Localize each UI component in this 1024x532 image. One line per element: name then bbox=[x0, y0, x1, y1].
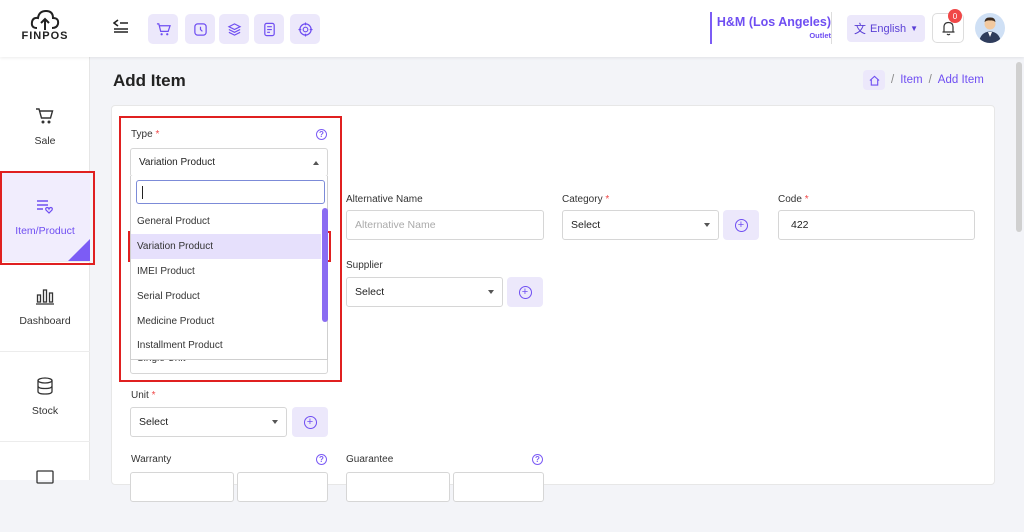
type-label: Type * bbox=[131, 129, 160, 140]
quick-layers-button[interactable] bbox=[219, 14, 249, 44]
sidebar-item-sale[interactable]: Sale bbox=[0, 82, 90, 172]
add-unit-button[interactable]: + bbox=[292, 407, 328, 437]
cloud-logo-icon bbox=[30, 9, 60, 30]
supplier-select[interactable]: Select bbox=[346, 277, 503, 307]
alternative-name-label: Alternative Name bbox=[346, 194, 423, 205]
register-icon bbox=[36, 470, 54, 484]
warranty-label: Warranty bbox=[131, 454, 172, 465]
dropdown-scrollbar[interactable] bbox=[322, 208, 328, 322]
type-dropdown: General Product Variation Product IMEI P… bbox=[130, 176, 328, 360]
chevron-down-icon: ▼ bbox=[910, 24, 918, 33]
list-heart-icon bbox=[37, 200, 53, 214]
logo-text: FINPOS bbox=[21, 30, 69, 42]
database-icon bbox=[37, 377, 53, 395]
sidebar-item-more[interactable] bbox=[0, 442, 90, 532]
sidebar: Sale Item/Product Dashboard Stock bbox=[0, 57, 90, 484]
guarantee-label: Guarantee bbox=[346, 454, 394, 465]
cart-icon bbox=[156, 22, 171, 35]
sidebar-item-dashboard[interactable]: Dashboard bbox=[0, 262, 90, 352]
dropdown-option-selected[interactable]: Variation Product bbox=[131, 234, 321, 259]
guarantee-input[interactable] bbox=[346, 472, 450, 502]
sidebar-item-label: Stock bbox=[31, 405, 59, 417]
category-label: Category * bbox=[562, 194, 610, 205]
plus-circle-icon: + bbox=[518, 285, 532, 299]
target-icon bbox=[297, 21, 313, 37]
top-bar: FINPOS H&M (Los Angeles) Outlet 文 Englis… bbox=[0, 0, 1024, 57]
dropdown-option[interactable]: General Product bbox=[131, 209, 321, 234]
outlet-selector[interactable]: H&M (Los Angeles) Outlet bbox=[710, 12, 832, 44]
help-icon[interactable]: ? bbox=[316, 129, 327, 140]
supplier-label: Supplier bbox=[346, 260, 383, 271]
guarantee-period-select[interactable] bbox=[453, 472, 544, 502]
outlet-name: H&M (Los Angeles) bbox=[716, 15, 831, 29]
document-icon bbox=[263, 22, 275, 36]
layers-icon bbox=[227, 22, 241, 36]
alternative-name-input[interactable]: Alternative Name bbox=[346, 210, 544, 240]
plus-circle-icon: + bbox=[303, 415, 317, 429]
page-scrollbar[interactable] bbox=[1016, 62, 1022, 232]
cart-icon bbox=[36, 108, 54, 124]
bar-chart-icon bbox=[36, 289, 54, 305]
quick-clock-button[interactable] bbox=[185, 14, 215, 44]
sidebar-item-item-product[interactable]: Item/Product bbox=[0, 172, 90, 262]
active-corner-marker bbox=[68, 239, 90, 261]
supplier-select-value: Select bbox=[355, 286, 385, 298]
translate-icon: 文 bbox=[853, 22, 866, 36]
type-select-value: Variation Product bbox=[139, 157, 215, 168]
warranty-input[interactable] bbox=[130, 472, 234, 502]
dropdown-option[interactable]: Medicine Product bbox=[131, 309, 321, 334]
sidebar-item-label: Dashboard bbox=[19, 315, 71, 327]
user-avatar[interactable] bbox=[975, 13, 1005, 43]
quick-cart-button[interactable] bbox=[148, 14, 178, 44]
outlet-type: Outlet bbox=[809, 31, 831, 40]
chevron-down-icon bbox=[272, 420, 278, 424]
sidebar-item-label: Sale bbox=[34, 135, 56, 147]
breadcrumb-current: Add Item bbox=[937, 74, 984, 86]
category-select[interactable]: Select bbox=[562, 210, 719, 240]
category-select-value: Select bbox=[571, 219, 601, 231]
quick-target-button[interactable] bbox=[290, 14, 320, 44]
code-input[interactable]: 422 bbox=[778, 210, 975, 240]
sidebar-item-label: Item/Product bbox=[15, 225, 75, 237]
plus-circle-icon: + bbox=[734, 218, 748, 232]
add-category-button[interactable]: + bbox=[723, 210, 759, 240]
unit-label: Unit * bbox=[131, 390, 156, 401]
help-icon[interactable]: ? bbox=[316, 454, 327, 465]
breadcrumb-separator: / bbox=[891, 74, 895, 86]
breadcrumb-item[interactable]: Item bbox=[900, 74, 922, 86]
unit-select[interactable]: Select bbox=[130, 407, 287, 437]
chevron-down-icon bbox=[488, 290, 494, 294]
help-icon[interactable]: ? bbox=[532, 454, 543, 465]
dropdown-search-input[interactable] bbox=[136, 180, 325, 204]
chevron-up-icon bbox=[313, 161, 319, 165]
breadcrumb: / Item / Add Item bbox=[863, 70, 984, 90]
dropdown-option[interactable]: Serial Product bbox=[131, 284, 321, 309]
type-select[interactable]: Variation Product bbox=[130, 148, 328, 177]
sidebar-item-stock[interactable]: Stock bbox=[0, 352, 90, 442]
menu-collapse-icon[interactable] bbox=[112, 19, 129, 38]
dropdown-option[interactable]: IMEI Product bbox=[131, 259, 321, 284]
notification-count-badge: 0 bbox=[948, 9, 962, 23]
home-icon[interactable] bbox=[863, 70, 885, 90]
add-supplier-button[interactable]: + bbox=[507, 277, 543, 307]
page-title: Add Item bbox=[113, 71, 186, 90]
logo[interactable]: FINPOS bbox=[18, 8, 72, 48]
clock-icon bbox=[193, 22, 207, 36]
dropdown-option[interactable]: Installment Product bbox=[131, 333, 321, 358]
warranty-period-select[interactable] bbox=[237, 472, 328, 502]
language-selector[interactable]: 文 English ▼ bbox=[847, 15, 925, 42]
chevron-down-icon bbox=[704, 223, 710, 227]
quick-document-button[interactable] bbox=[254, 14, 284, 44]
unit-select-value: Select bbox=[139, 416, 169, 428]
breadcrumb-separator: / bbox=[928, 74, 932, 86]
code-label: Code * bbox=[778, 194, 809, 205]
language-label: English bbox=[870, 22, 907, 35]
